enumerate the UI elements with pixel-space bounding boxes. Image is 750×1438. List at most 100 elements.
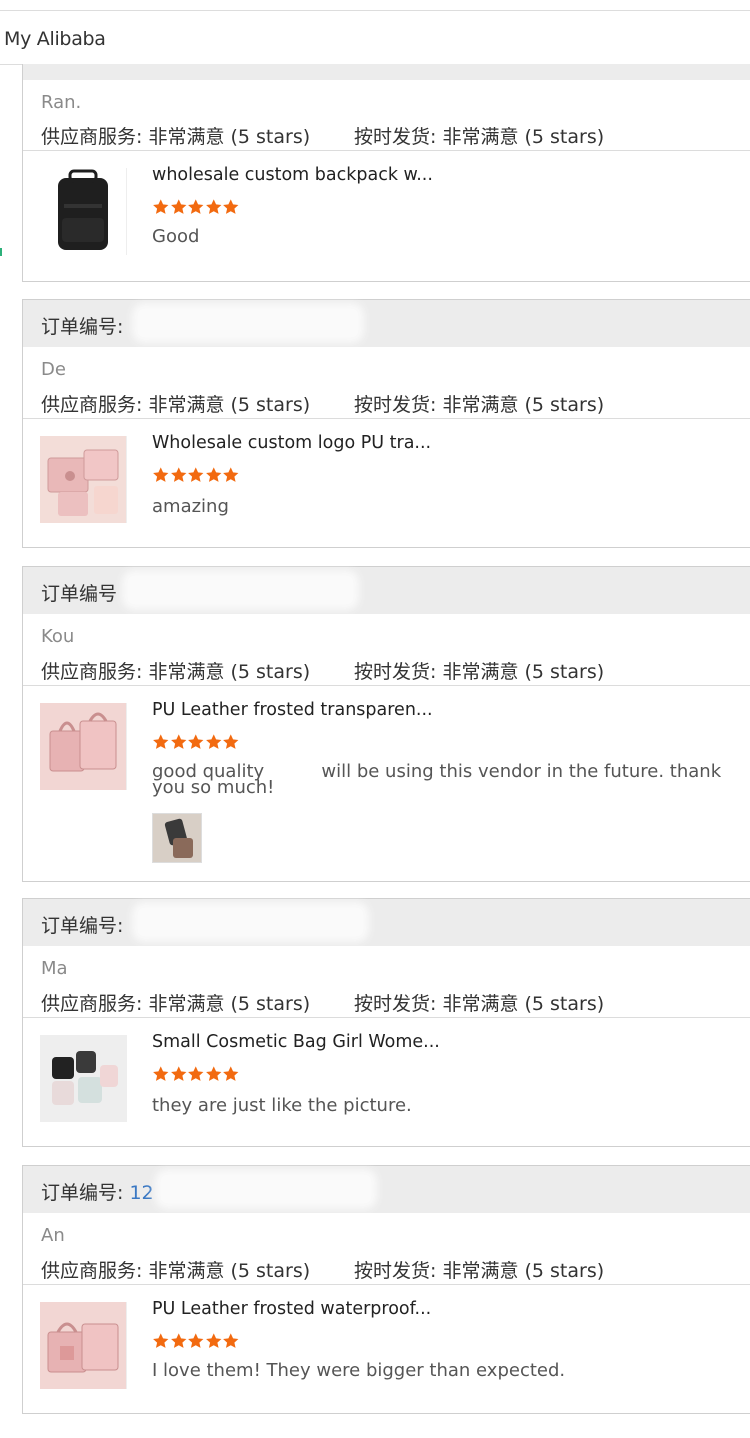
redaction — [138, 908, 363, 936]
divider — [23, 418, 750, 419]
buyer-name: Ran. — [41, 92, 82, 113]
review-card-header: 订单编号: — [23, 899, 750, 946]
active-indicator — [0, 248, 2, 256]
star-icon — [223, 734, 239, 749]
on-time-delivery-rating: 按时发货: 非常满意 (5 stars) — [354, 993, 605, 1015]
rating-row: 供应商服务: 非常满意 (5 stars) 按时发货: 非常满意 (5 star… — [41, 122, 604, 149]
divider — [23, 1017, 750, 1018]
star-rating — [152, 466, 240, 488]
product-title-link[interactable]: Small Cosmetic Bag Girl Wome... — [152, 1032, 440, 1052]
order-label-text: 订单编号: — [41, 915, 124, 937]
divider — [23, 685, 750, 686]
review-card: 订单编号: Ma 供应商服务: 非常满意 (5 stars) 按时发货: 非常满… — [22, 898, 750, 1147]
star-icon — [188, 1066, 204, 1081]
star-rating — [152, 198, 240, 220]
supplier-service-rating: 供应商服务: 非常满意 (5 stars) — [41, 394, 311, 416]
top-bar: My Alibaba — [0, 10, 750, 65]
star-rating — [152, 733, 240, 755]
star-icon — [153, 199, 169, 214]
redaction — [138, 309, 358, 337]
star-icon — [153, 734, 169, 749]
divider — [23, 1284, 750, 1285]
on-time-delivery-rating: 按时发货: 非常满意 (5 stars) — [354, 126, 605, 148]
supplier-service-rating: 供应商服务: 非常满意 (5 stars) — [41, 126, 311, 148]
star-icon — [205, 199, 221, 214]
buyer-name: Kou — [41, 626, 75, 647]
transparent-bag-image — [40, 703, 126, 790]
redaction — [161, 1175, 371, 1203]
order-number-label: 订单编号: — [41, 911, 123, 938]
star-rating — [152, 1065, 240, 1087]
redaction — [128, 576, 353, 604]
product-thumbnail[interactable] — [40, 1035, 127, 1122]
review-card: 订单编号: 12 An 供应商服务: 非常满意 (5 stars) 按时发货: … — [22, 1165, 750, 1414]
star-icon — [223, 199, 239, 214]
divider — [23, 150, 750, 151]
rating-row: 供应商服务: 非常满意 (5 stars) 按时发货: 非常满意 (5 star… — [41, 657, 604, 684]
order-label-text: 订单编号: — [41, 1182, 124, 1204]
product-thumbnail[interactable] — [40, 436, 127, 523]
review-photo[interactable] — [152, 813, 202, 863]
rating-row: 供应商服务: 非常满意 (5 stars) 按时发货: 非常满意 (5 star… — [41, 1256, 604, 1283]
review-card-header: 订单编号: 12 — [23, 1166, 750, 1213]
review-card: Ran. 供应商服务: 非常满意 (5 stars) 按时发货: 非常满意 (5… — [22, 64, 750, 282]
review-photo-image — [153, 814, 201, 862]
order-number-label: 订单编号 — [41, 579, 117, 606]
star-icon — [205, 1066, 221, 1081]
review-comment-continued: you so much! — [152, 777, 275, 798]
small-cosmetic-bag-image — [40, 1035, 126, 1122]
review-card-header: 订单编号 — [23, 567, 750, 614]
review-card: 订单编号: De 供应商服务: 非常满意 (5 stars) 按时发货: 非常满… — [22, 299, 750, 548]
review-card-header: 订单编号: — [23, 300, 750, 347]
buyer-name: De — [41, 359, 66, 380]
review-card: 订单编号 Kou 供应商服务: 非常满意 (5 stars) 按时发货: 非常满… — [22, 566, 750, 882]
on-time-delivery-rating: 按时发货: 非常满意 (5 stars) — [354, 394, 605, 416]
review-card-header — [23, 64, 750, 80]
star-icon — [170, 467, 186, 482]
review-comment: they are just like the picture. — [152, 1095, 412, 1116]
order-number-link[interactable]: 12 — [129, 1182, 153, 1204]
supplier-service-rating: 供应商服务: 非常满意 (5 stars) — [41, 661, 311, 683]
cosmetic-bag-image — [40, 436, 126, 523]
review-comment: amazing — [152, 496, 229, 517]
star-icon — [153, 467, 169, 482]
star-rating — [152, 1332, 240, 1354]
star-icon — [188, 199, 204, 214]
star-icon — [153, 1066, 169, 1081]
product-title-link[interactable]: wholesale custom backpack w... — [152, 165, 433, 185]
star-icon — [223, 1333, 239, 1348]
page-title[interactable]: My Alibaba — [4, 28, 106, 50]
buyer-name: An — [41, 1225, 65, 1246]
supplier-service-rating: 供应商服务: 非常满意 (5 stars) — [41, 993, 311, 1015]
star-icon — [170, 734, 186, 749]
buyer-name: Ma — [41, 958, 68, 979]
star-icon — [223, 467, 239, 482]
star-icon — [223, 1066, 239, 1081]
star-icon — [170, 1333, 186, 1348]
product-title-link[interactable]: Wholesale custom logo PU tra... — [152, 433, 431, 453]
review-comment: I love them! They were bigger than expec… — [152, 1360, 566, 1381]
star-icon — [205, 734, 221, 749]
supplier-service-rating: 供应商服务: 非常满意 (5 stars) — [41, 1260, 311, 1282]
star-icon — [170, 199, 186, 214]
product-thumbnail[interactable] — [40, 703, 127, 790]
star-icon — [205, 467, 221, 482]
order-number-label: 订单编号: 12 — [41, 1178, 154, 1205]
waterproof-bag-image — [40, 1302, 126, 1389]
rating-row: 供应商服务: 非常满意 (5 stars) 按时发货: 非常满意 (5 star… — [41, 390, 604, 417]
star-icon — [170, 1066, 186, 1081]
on-time-delivery-rating: 按时发货: 非常满意 (5 stars) — [354, 661, 605, 683]
star-icon — [188, 734, 204, 749]
product-thumbnail[interactable] — [40, 168, 127, 255]
rating-row: 供应商服务: 非常满意 (5 stars) 按时发货: 非常满意 (5 star… — [41, 989, 604, 1016]
star-icon — [188, 467, 204, 482]
order-label-text: 订单编号 — [41, 583, 118, 605]
product-thumbnail[interactable] — [40, 1302, 127, 1389]
backpack-image — [40, 168, 126, 255]
star-icon — [205, 1333, 221, 1348]
on-time-delivery-rating: 按时发货: 非常满意 (5 stars) — [354, 1260, 605, 1282]
product-title-link[interactable]: PU Leather frosted transparen... — [152, 700, 433, 720]
order-number-label: 订单编号: — [41, 312, 123, 339]
product-title-link[interactable]: PU Leather frosted waterproof... — [152, 1299, 431, 1319]
star-icon — [188, 1333, 204, 1348]
